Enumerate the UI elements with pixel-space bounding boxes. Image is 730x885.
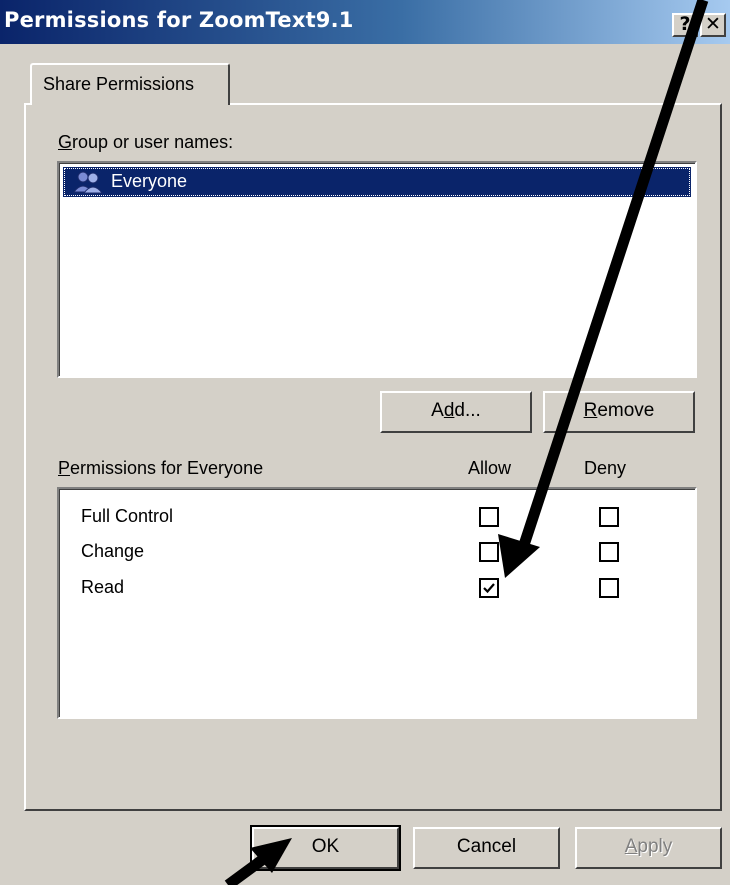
annotation-arrows: [224, 0, 709, 885]
arrow-to-ok-button: [224, 838, 292, 885]
arrow-to-read-allow: [498, 0, 709, 578]
